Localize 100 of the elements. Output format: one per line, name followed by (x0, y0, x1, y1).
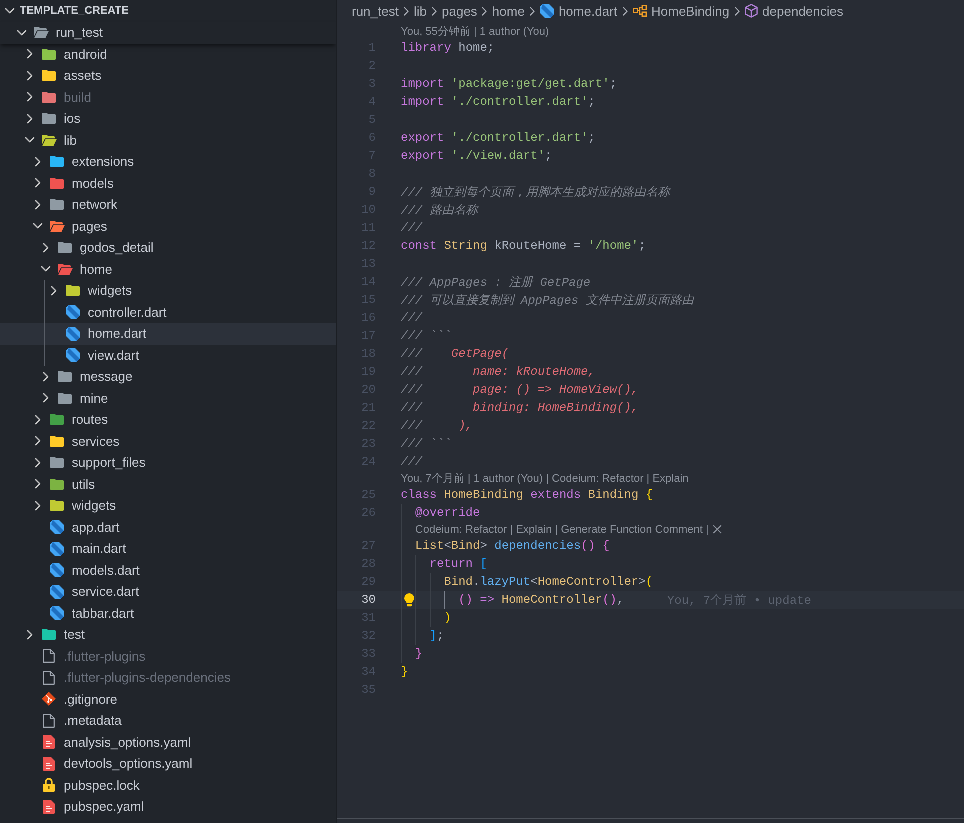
breadcrumb-item[interactable]: lib (414, 4, 427, 18)
tree-item[interactable]: main.dart (0, 538, 336, 560)
codelens-link[interactable]: You, 7个月前 | 1 author (You) | Codeium: Refactor | Explain (401, 471, 689, 486)
tree-item[interactable]: models (0, 172, 336, 194)
tree-item[interactable]: network (0, 194, 336, 216)
tree-item[interactable]: support_files (0, 452, 336, 474)
cube-icon (744, 4, 758, 18)
tree-item[interactable]: message (0, 366, 336, 388)
file-icon (43, 649, 55, 664)
line-number: 30 (360, 593, 376, 607)
code-line: export './view.dart'; (401, 149, 552, 163)
tree-item[interactable]: android (0, 44, 336, 65)
code-line: import 'package:get/get.dart'; (401, 77, 618, 91)
chevron-right-icon[interactable] (27, 114, 33, 124)
dart-icon (50, 520, 64, 534)
tree-item[interactable]: routes (0, 409, 336, 430)
tree-item[interactable]: home (0, 258, 336, 280)
tree-item[interactable]: .metadata (0, 710, 336, 732)
lightbulb-icon[interactable] (404, 593, 415, 607)
tree-item[interactable]: godos_detail (0, 237, 336, 258)
tree-item[interactable]: test (0, 624, 336, 646)
code-line: List<Bind> dependencies() { (415, 539, 610, 553)
breadcrumb-item[interactable]: pages (442, 4, 478, 18)
chevron-down-icon[interactable] (5, 8, 15, 14)
breadcrumb-item[interactable]: home.dart (540, 4, 618, 18)
tree-item[interactable]: tabbar.dart (0, 602, 336, 624)
tree-item[interactable]: pages (0, 216, 336, 237)
breadcrumb-item[interactable]: run_test (352, 4, 399, 18)
codelens-link[interactable]: You, 55分钟前 | 1 author (You) (401, 24, 550, 39)
tree-item[interactable]: widgets (0, 280, 336, 302)
chevron-right-icon[interactable] (35, 436, 41, 446)
close-icon[interactable] (712, 525, 722, 534)
breadcrumb-item[interactable]: dependencies (744, 4, 844, 18)
chevron-right-icon[interactable] (27, 630, 33, 640)
document-icon (43, 800, 55, 814)
code-line: class HomeBinding extends Binding { (401, 488, 654, 502)
tree-item[interactable]: extensions (0, 151, 336, 172)
chevron-right-icon[interactable] (35, 500, 41, 511)
tree-item[interactable]: controller.dart (0, 302, 336, 323)
file-icon (43, 670, 55, 685)
chevron-right-icon (432, 6, 437, 16)
chevron-right-icon[interactable] (35, 178, 41, 188)
tree-item[interactable]: analysis_options.yaml (0, 732, 336, 753)
tree-item[interactable]: run_test (0, 22, 336, 44)
tree-item[interactable]: widgets (0, 495, 336, 516)
chevron-right-icon (622, 6, 628, 16)
chevron-right-icon[interactable] (27, 49, 33, 60)
code-line: /// ``` (401, 329, 452, 343)
tree-item[interactable]: pubspec.yaml (0, 796, 336, 818)
dart-icon (50, 563, 64, 578)
chevron-right-icon[interactable] (27, 92, 33, 102)
code-line: /// 可以直接复制到 AppPages 文件中注册页面路由 (401, 292, 694, 308)
tree-item[interactable]: assets (0, 65, 336, 86)
code-line: ) (444, 611, 452, 625)
chevron-right-icon[interactable] (43, 372, 49, 382)
code-line: /// (401, 311, 423, 325)
chevron-right-icon[interactable] (35, 200, 41, 210)
tree-item[interactable]: utils (0, 474, 336, 495)
tree-item[interactable]: .gitignore (0, 688, 336, 710)
breadcrumb-item[interactable]: HomeBinding (632, 4, 730, 18)
section-header[interactable]: TEMPLATE_CREATE (0, 0, 336, 22)
tree-item[interactable]: models.dart (0, 560, 336, 581)
code-line: /// 独立到每个页面，用脚本生成对应的路由名称 (401, 184, 670, 200)
chevron-right-icon (734, 6, 740, 16)
code-line: /// GetPage( (401, 347, 510, 361)
code-line: const String kRouteHome = '/home'; (401, 239, 646, 253)
tree-item[interactable]: app.dart (0, 516, 336, 538)
code-line: () => HomeController(), (458, 593, 624, 607)
tree-item[interactable]: lib (0, 130, 336, 151)
chevron-right-icon[interactable] (27, 70, 33, 81)
code-line: /// page: () => HomeView(), (401, 383, 639, 397)
code-line: /// (401, 221, 423, 235)
chevron-right-icon[interactable] (35, 458, 41, 468)
git-icon (42, 692, 56, 706)
code-line: Bind.lazyPut<HomeController>( (444, 575, 654, 589)
chevron-right-icon (530, 6, 535, 16)
tree-item[interactable]: ios (0, 108, 336, 130)
lock-icon (43, 778, 55, 792)
chevron-down-icon[interactable] (25, 137, 35, 144)
chevron-down-icon[interactable] (17, 30, 27, 36)
code-line: /// 路由名称 (401, 202, 478, 218)
codelens-link[interactable]: Codeium: Refactor | Explain | Generate Function Comment | (415, 524, 722, 536)
chevron-right-icon[interactable] (43, 393, 49, 404)
breadcrumb-item[interactable]: home (492, 4, 525, 18)
chevron-right-icon[interactable] (35, 479, 41, 490)
tree-item[interactable]: mine (0, 388, 336, 409)
chevron-down-icon[interactable] (41, 266, 51, 272)
chevron-right-icon[interactable] (35, 156, 41, 167)
tree-item[interactable]: view.dart (0, 344, 336, 366)
tree-item[interactable]: home.dart (0, 323, 336, 344)
tree-item[interactable]: services (0, 430, 336, 452)
chevron-down-icon[interactable] (33, 223, 43, 230)
tree-item[interactable]: devtools_options.yaml (0, 753, 336, 774)
chevron-right-icon[interactable] (43, 242, 49, 253)
hierarchy-icon (632, 5, 646, 17)
chevron-right-icon[interactable] (35, 414, 41, 425)
tree-item[interactable]: pubspec.lock (0, 774, 336, 796)
tree-item[interactable]: service.dart (0, 581, 336, 602)
chevron-right-icon[interactable] (51, 286, 57, 296)
code-line: } (401, 665, 408, 679)
